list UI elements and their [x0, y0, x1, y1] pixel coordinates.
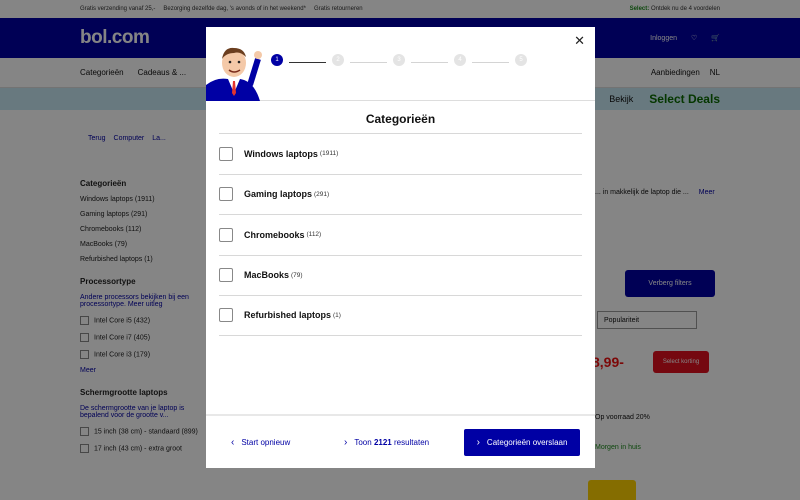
chevron-right-icon: › — [476, 436, 480, 448]
show-results-suffix: resultaten — [393, 437, 430, 447]
option-count: (1911) — [319, 150, 339, 158]
step-connector — [411, 61, 448, 63]
option-label: Gaming laptops — [244, 189, 313, 200]
filter-wizard-modal: ✕ 1 2 3 4 5 Categorieën Windows laptops … — [206, 27, 595, 468]
step-1: 1 — [271, 54, 283, 66]
show-results-button[interactable]: › Toon 2121 resultaten — [344, 437, 429, 448]
checkbox[interactable] — [219, 227, 233, 242]
option-count: (112) — [306, 231, 322, 239]
modal-header: ✕ 1 2 3 4 5 — [206, 27, 595, 101]
close-icon[interactable]: ✕ — [574, 34, 585, 47]
option-windows-laptops[interactable]: Windows laptops (1911) — [219, 133, 582, 174]
option-chromebooks[interactable]: Chromebooks (112) — [219, 214, 582, 255]
option-count: (1) — [333, 311, 341, 319]
option-label: Windows laptops — [244, 148, 318, 159]
modal-footer: ‹ Start opnieuw › Toon 2121 resultaten ›… — [206, 414, 595, 468]
skip-categories-button[interactable]: › Categorieën overslaan — [464, 428, 580, 456]
step-4: 4 — [454, 54, 466, 66]
step-connector — [289, 61, 326, 63]
option-count: (291) — [314, 190, 330, 198]
start-over-label: Start opnieuw — [241, 437, 291, 447]
step-5: 5 — [515, 54, 527, 66]
checkbox[interactable] — [219, 268, 233, 283]
chevron-right-icon: › — [344, 436, 348, 448]
option-refurbished-laptops[interactable]: Refurbished laptops (1) — [219, 295, 582, 336]
chevron-left-icon: ‹ — [231, 436, 235, 448]
skip-label: Categorieën overslaan — [486, 437, 568, 447]
option-label: Chromebooks — [244, 229, 305, 240]
checkbox[interactable] — [219, 146, 233, 161]
show-results-prefix: Toon — [354, 437, 372, 447]
option-label: MacBooks — [244, 270, 290, 281]
option-macbooks[interactable]: MacBooks (79) — [219, 254, 582, 296]
mascot-illustration — [206, 47, 262, 101]
option-gaming-laptops[interactable]: Gaming laptops (291) — [219, 173, 582, 215]
step-connector — [350, 61, 387, 63]
show-results-count: 2121 — [373, 437, 392, 447]
checkbox[interactable] — [219, 187, 233, 202]
option-count: (79) — [291, 271, 303, 279]
step-2: 2 — [332, 54, 344, 66]
start-over-button[interactable]: ‹ Start opnieuw — [231, 437, 336, 448]
step-connector — [472, 61, 509, 63]
option-label: Refurbished laptops — [244, 310, 332, 321]
step-3: 3 — [393, 54, 405, 66]
modal-title: Categorieën — [365, 112, 436, 126]
step-progress: 1 2 3 4 5 — [271, 54, 527, 66]
checkbox[interactable] — [219, 308, 233, 323]
category-option-list: Windows laptops (1911) Gaming laptops (2… — [206, 133, 595, 336]
